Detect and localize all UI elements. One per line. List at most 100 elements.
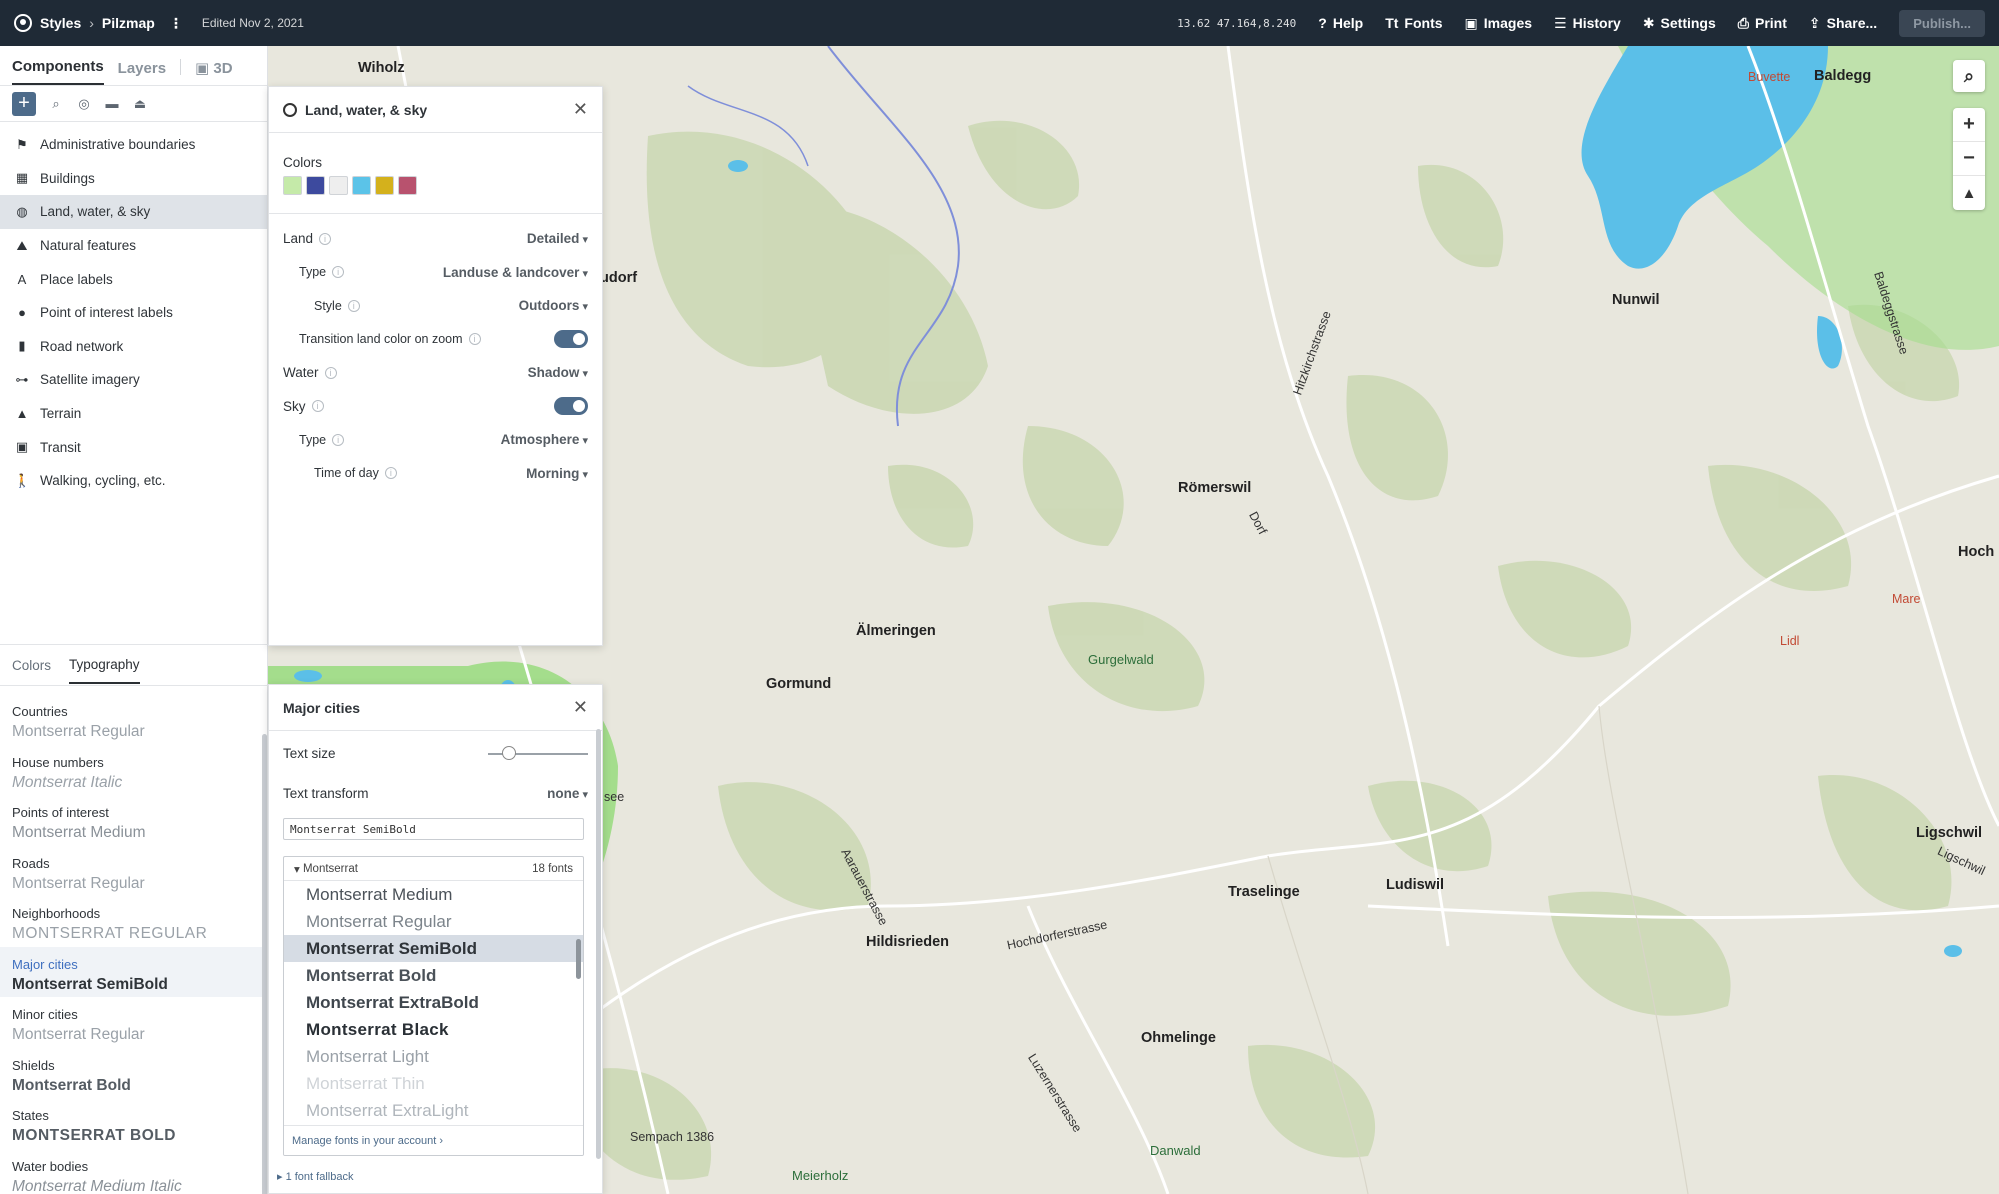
color-swatch[interactable] — [352, 176, 371, 195]
typography-item[interactable]: Points of interest Montserrat Medium — [0, 795, 262, 846]
tab-layers[interactable]: Layers — [118, 60, 166, 85]
poi-label[interactable]: Mare — [1892, 592, 1920, 606]
color-swatch[interactable] — [375, 176, 394, 195]
close-icon[interactable]: ✕ — [573, 697, 588, 718]
font-search-input[interactable] — [283, 818, 584, 840]
font-option[interactable]: Montserrat Bold — [284, 962, 583, 989]
trash-icon[interactable]: ▬ — [104, 96, 120, 112]
font-option[interactable]: Montserrat Light — [284, 1043, 583, 1070]
hide-icon[interactable]: ◎ — [76, 96, 92, 112]
sky-type-select[interactable]: Atmosphere — [501, 432, 588, 447]
text-transform-select[interactable]: none — [547, 786, 588, 801]
sidebar-scrollbar[interactable] — [262, 734, 267, 1194]
share-button[interactable]: ⇪ Share... — [1809, 15, 1877, 32]
sidebar-item-natural-features[interactable]: ⛰ Natural features — [0, 229, 267, 263]
sky-toggle[interactable] — [554, 397, 588, 416]
styles-logo-icon[interactable] — [14, 14, 32, 32]
typography-item[interactable]: House numbers Montserrat Italic — [0, 745, 262, 796]
water-select[interactable]: Shadow — [528, 365, 588, 380]
poi-label[interactable]: Buvette — [1748, 70, 1790, 84]
land-select[interactable]: Detailed — [527, 231, 588, 246]
sidebar-item-land-water-sky[interactable]: ◍ Land, water, & sky — [0, 195, 267, 229]
info-icon[interactable]: i — [311, 400, 324, 413]
font-family-header[interactable]: ▾ Montserrat 18 fonts — [284, 857, 583, 881]
breadcrumb-styles[interactable]: Styles — [40, 15, 81, 31]
sidebar-item-road-network[interactable]: ▮ Road network — [0, 330, 267, 364]
compass-button[interactable]: ▲ — [1953, 176, 1985, 210]
tab-typography[interactable]: Typography — [69, 647, 140, 684]
sidebar-item-point-of-interest-labels[interactable]: ● Point of interest labels — [0, 296, 267, 330]
info-icon[interactable]: i — [468, 333, 481, 346]
typography-item[interactable]: Water bodies Montserrat Medium Italic — [0, 1149, 262, 1194]
sidebar-item-transit[interactable]: ▣ Transit — [0, 430, 267, 464]
panel-scrollbar[interactable] — [596, 729, 601, 1159]
poi-label[interactable]: Lidl — [1780, 634, 1799, 648]
info-icon[interactable]: i — [347, 299, 360, 312]
help-button[interactable]: ? Help — [1318, 15, 1363, 31]
tab-3d[interactable]: ▣ 3D — [195, 59, 233, 85]
typography-item[interactable]: Neighborhoods MONTSERRAT REGULAR — [0, 896, 262, 947]
add-component-button[interactable]: + — [12, 91, 36, 116]
sidebar-item-buildings[interactable]: ▦ Buildings — [0, 162, 267, 196]
edited-timestamp: Edited Nov 2, 2021 — [201, 16, 304, 30]
sidebar-tabs: Components Layers ▣ 3D — [0, 46, 267, 86]
close-icon[interactable]: ✕ — [573, 99, 588, 120]
info-icon[interactable]: i — [324, 366, 337, 379]
sidebar-item-terrain[interactable]: ▲ Terrain — [0, 397, 267, 431]
typography-item[interactable]: Minor cities Montserrat Regular — [0, 997, 262, 1048]
place-label: Römerswil — [1178, 480, 1252, 496]
more-options-icon[interactable]: ⋮ — [163, 15, 188, 32]
zoom-in-button[interactable]: + — [1953, 108, 1985, 142]
sidebar-item-place-labels[interactable]: A Place labels — [0, 262, 267, 296]
tab-components[interactable]: Components — [12, 58, 104, 85]
upload-icon[interactable]: ⏏ — [132, 96, 148, 112]
font-option[interactable]: Montserrat ExtraLight — [284, 1097, 583, 1124]
info-icon[interactable]: i — [332, 433, 345, 446]
sidebar-item-administrative-boundaries[interactable]: ⚑ Administrative boundaries — [0, 128, 267, 162]
font-fallback-toggle[interactable]: ▸ 1 font fallback — [269, 1156, 602, 1183]
color-swatch[interactable] — [306, 176, 325, 195]
transition-toggle[interactable] — [554, 330, 588, 349]
zoom-out-button[interactable]: − — [1953, 142, 1985, 176]
font-option[interactable]: Montserrat SemiBold — [284, 935, 583, 962]
slider-knob[interactable] — [502, 745, 516, 760]
breadcrumb-project[interactable]: Pilzmap — [102, 15, 155, 31]
info-icon[interactable]: i — [319, 232, 332, 245]
tab-colors[interactable]: Colors — [12, 648, 51, 683]
font-option[interactable]: Montserrat Regular — [284, 908, 583, 935]
compass-icon: ▲ — [1961, 184, 1977, 202]
sidebar-item-walking-cycling-etc[interactable]: 🚶 Walking, cycling, etc. — [0, 464, 267, 498]
land-type-select[interactable]: Landuse & landcover — [443, 265, 588, 280]
typography-item[interactable]: States MONTSERRAT BOLD — [0, 1098, 262, 1149]
land-style-select[interactable]: Outdoors — [519, 298, 588, 313]
typography-item[interactable]: Major cities Montserrat SemiBold — [0, 946, 262, 997]
print-button[interactable]: ⎙ Print — [1738, 15, 1787, 32]
font-list-scrollbar[interactable] — [576, 939, 581, 979]
font-option[interactable]: Montserrat Black — [284, 1016, 583, 1043]
color-swatch[interactable] — [329, 176, 348, 195]
typography-item[interactable]: Countries Montserrat Regular — [0, 694, 262, 745]
sidebar-item-satellite-imagery[interactable]: ⊶ Satellite imagery — [0, 363, 267, 397]
font-option[interactable]: Montserrat Medium — [284, 881, 583, 908]
color-swatch[interactable] — [398, 176, 417, 195]
settings-button[interactable]: ✱ Settings — [1643, 15, 1716, 32]
color-swatch[interactable] — [283, 176, 302, 195]
publish-button[interactable]: Publish... — [1899, 9, 1985, 37]
text-size-slider[interactable] — [488, 745, 588, 760]
time-of-day-select[interactable]: Morning — [526, 466, 588, 481]
map-search-button[interactable]: ⌕ — [1953, 60, 1985, 92]
font-option[interactable]: Montserrat ExtraBold — [284, 989, 583, 1016]
manage-fonts-link[interactable]: Manage fonts in your account › — [284, 1125, 583, 1155]
search-layers-icon[interactable]: ⌕ — [48, 96, 64, 112]
place-label: Hildisrieden — [866, 934, 949, 950]
history-icon: ☰ — [1554, 14, 1567, 31]
fonts-button[interactable]: Tt Fonts — [1385, 15, 1442, 31]
info-icon[interactable]: i — [332, 266, 345, 279]
images-button[interactable]: ▣ Images — [1465, 15, 1532, 32]
font-option[interactable]: Montserrat Thin — [284, 1070, 583, 1097]
printer-icon: ⎙ — [1737, 14, 1749, 31]
history-button[interactable]: ☰ History — [1554, 15, 1621, 32]
info-icon[interactable]: i — [384, 467, 397, 480]
typography-item[interactable]: Shields Montserrat Bold — [0, 1048, 262, 1099]
typography-item[interactable]: Roads Montserrat Regular — [0, 846, 262, 897]
